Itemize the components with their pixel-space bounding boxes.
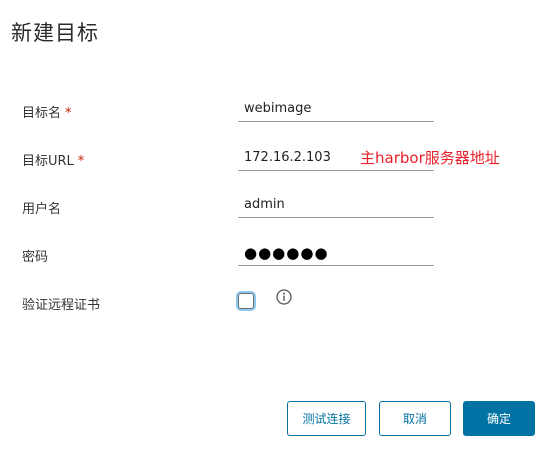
verify-cert-label-text: 验证远程证书 <box>22 298 101 313</box>
confirm-button[interactable]: 确定 <box>463 401 535 436</box>
password-input[interactable] <box>238 240 434 266</box>
cancel-button[interactable]: 取消 <box>379 401 451 436</box>
info-circle-icon[interactable] <box>276 289 292 305</box>
url-annotation: 主harbor服务器地址 <box>360 149 500 167</box>
target-url-label: 目标URL * <box>22 150 84 169</box>
username-input[interactable] <box>238 192 434 218</box>
username-label: 用户名 <box>22 198 61 217</box>
dialog-title: 新建目标 <box>11 21 99 45</box>
username-label-text: 用户名 <box>22 202 62 217</box>
verify-cert-label: 验证远程证书 <box>22 294 100 313</box>
test-connection-button[interactable]: 测试连接 <box>287 401 366 436</box>
required-mark: * <box>65 106 72 121</box>
target-url-label-text: 目标URL <box>22 154 74 169</box>
password-label: 密码 <box>22 246 48 265</box>
verify-cert-checkbox[interactable] <box>238 293 254 309</box>
new-target-dialog: 新建目标 目标名* 目标URL* 主harbor服务器地址 用户名 密码 验证远… <box>0 0 558 452</box>
password-label-text: 密码 <box>22 250 49 265</box>
required-mark: * <box>77 154 85 169</box>
target-name-label: 目标名 * <box>22 102 72 121</box>
target-name-label-text: 目标名 <box>22 106 62 121</box>
target-name-input[interactable] <box>238 96 434 122</box>
